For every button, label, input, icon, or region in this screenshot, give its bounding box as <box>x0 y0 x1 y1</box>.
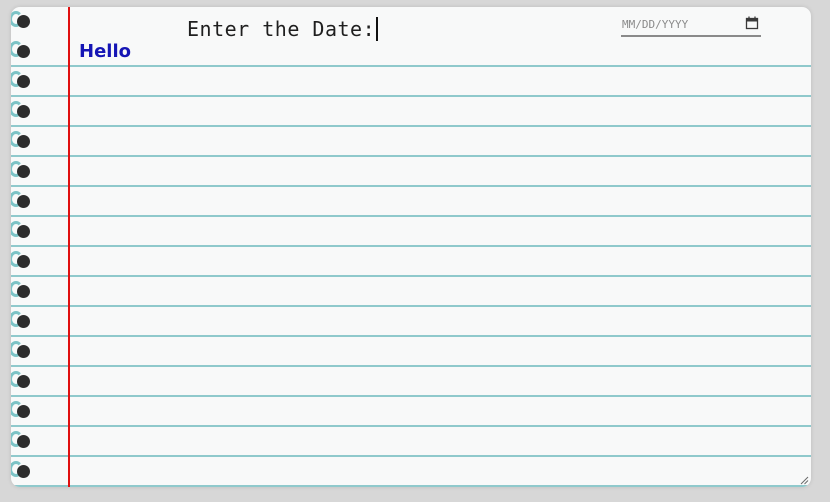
binding-ring <box>11 159 33 183</box>
binding-ring <box>11 459 33 483</box>
binding-ring <box>11 249 33 273</box>
rule-line <box>11 155 811 157</box>
binding-ring <box>11 219 33 243</box>
rule-line <box>11 305 811 307</box>
binding-ring <box>11 309 33 333</box>
rule-line <box>11 275 811 277</box>
binding-ring <box>11 69 33 93</box>
binding-ring <box>11 129 33 153</box>
date-input-placeholder: MM/DD/YYYY <box>622 18 689 31</box>
rule-line <box>11 395 811 397</box>
binding-ring <box>11 429 33 453</box>
binding-ring <box>11 9 33 33</box>
rule-line <box>11 215 811 217</box>
resize-grip-icon[interactable] <box>799 475 809 485</box>
rule-line <box>11 365 811 367</box>
rule-line <box>11 335 811 337</box>
binding-ring <box>11 39 33 63</box>
text-caret <box>376 17 379 41</box>
rule-line <box>11 425 811 427</box>
binding-ring <box>11 339 33 363</box>
calendar-icon[interactable] <box>745 16 759 30</box>
rule-line <box>11 455 811 457</box>
rule-line <box>11 245 811 247</box>
rule-line <box>11 95 811 97</box>
binding-ring <box>11 189 33 213</box>
binding-ring <box>11 369 33 393</box>
rule-line <box>11 125 811 127</box>
date-prompt: Enter the Date: <box>187 17 379 41</box>
note-text[interactable]: Hello <box>79 41 131 62</box>
rule-line <box>11 185 811 187</box>
date-input[interactable]: MM/DD/YYYY <box>621 15 761 37</box>
binding-ring <box>11 399 33 423</box>
date-prompt-label: Enter the Date: <box>187 17 376 41</box>
rule-line <box>11 65 811 67</box>
margin-line <box>68 7 70 487</box>
rule-line <box>11 485 811 487</box>
binding-ring <box>11 279 33 303</box>
binding-ring <box>11 99 33 123</box>
notebook-page[interactable]: Enter the Date: MM/DD/YYYY Hello <box>11 7 811 487</box>
